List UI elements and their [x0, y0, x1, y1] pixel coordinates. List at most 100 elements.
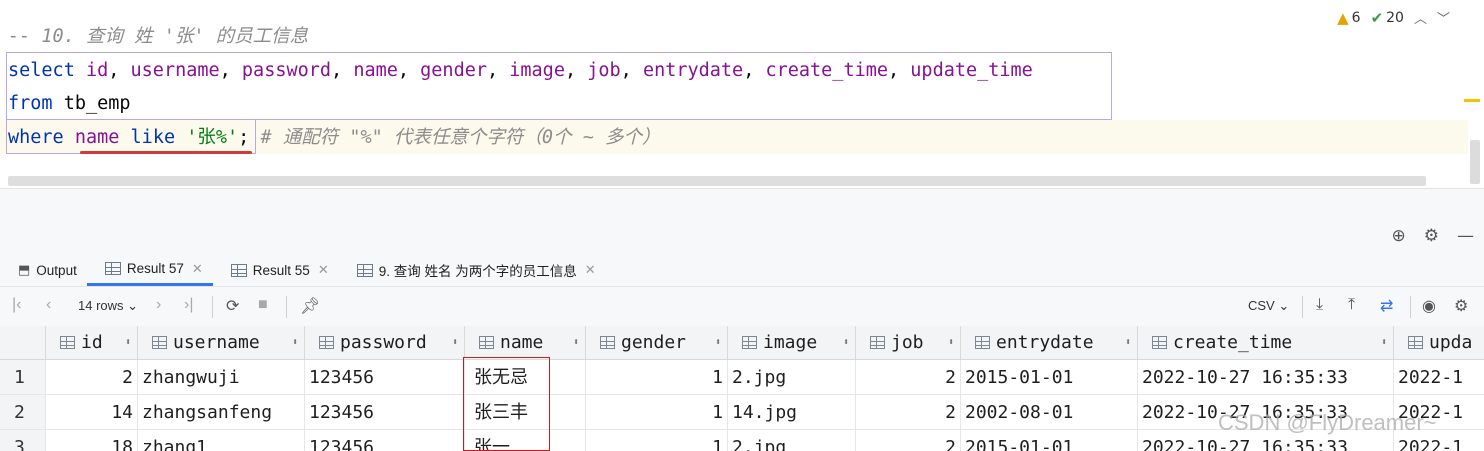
cell-username[interactable]: zhang1 — [138, 430, 305, 451]
cell-image[interactable]: 14.jpg — [728, 395, 856, 430]
cell-gender[interactable]: 1 — [586, 360, 728, 395]
inspection-widget[interactable]: ▲ 6 ✔ 20 ︿ ﹀ — [1337, 8, 1450, 28]
close-icon[interactable]: ✕ — [192, 261, 203, 277]
cell-id[interactable]: 2 — [46, 360, 138, 395]
crosshair-icon[interactable]: ⊕ — [1392, 226, 1406, 246]
tab-label: Result 55 — [252, 262, 310, 278]
cell-update-time[interactable]: 2022-1 — [1394, 360, 1484, 395]
column-header-password[interactable]: password ⬍ — [305, 326, 465, 360]
code-where-line[interactable]: where name like '张%'; # 通配符 "%" 代表任意个字符（… — [8, 124, 660, 152]
warnings-count: 6 — [1351, 9, 1361, 26]
rows-count-dropdown[interactable]: 14 rows ⌄ — [78, 298, 138, 314]
sort-icon[interactable]: ⬍ — [843, 337, 849, 348]
column-header-gender[interactable]: gender ⬍ — [586, 326, 728, 360]
column-header-entrydate[interactable]: entrydate ⬍ — [961, 326, 1138, 360]
cell-entrydate[interactable]: 2002-08-01 — [961, 395, 1138, 430]
panel-splitter[interactable] — [0, 188, 1484, 220]
cell-job[interactable]: 2 — [856, 395, 961, 430]
typos-count: 20 — [1386, 9, 1404, 26]
tab-query-9[interactable]: 9. 查询 姓名 为两个字的员工信息 ✕ — [339, 254, 606, 286]
gear-icon[interactable]: ⚙ — [1424, 226, 1439, 246]
sort-icon[interactable]: ⬍ — [948, 337, 954, 348]
tab-result-57[interactable]: Result 57 ✕ — [86, 254, 213, 286]
select-col: image — [509, 60, 565, 81]
column-header-name[interactable]: name ⬍ — [465, 326, 586, 360]
table-row[interactable]: 1 2 zhangwuji 123456 张无忌 1 2.jpg 2 2015-… — [0, 360, 1484, 395]
download-icon[interactable]: ⤓ — [1316, 296, 1323, 314]
toolbar-separator — [212, 296, 213, 318]
tab-result-55[interactable]: Result 55 ✕ — [213, 254, 339, 286]
gear-icon[interactable]: ⚙ — [1454, 296, 1468, 316]
cell-name[interactable]: 张三丰 — [465, 395, 586, 430]
typos-counter[interactable]: ✔ 20 — [1371, 9, 1404, 27]
sort-icon[interactable]: ⬍ — [715, 337, 721, 348]
export-format-dropdown[interactable]: CSV ⌄ — [1248, 298, 1289, 314]
cell-password[interactable]: 123456 — [305, 360, 465, 395]
cell-entrydate[interactable]: 2015-01-01 — [961, 430, 1138, 451]
tab-output[interactable]: ⬒ Output — [0, 254, 87, 286]
code-select-line[interactable]: select id, username, password, name, gen… — [8, 57, 1033, 85]
compare-icon[interactable]: ⇄ — [1380, 296, 1393, 316]
sort-icon[interactable]: ⬍ — [292, 337, 298, 348]
cell-image[interactable]: 2.jpg — [728, 430, 856, 451]
last-page-icon[interactable]: ›| — [184, 296, 193, 314]
cell-gender[interactable]: 1 — [586, 430, 728, 451]
rows-count-label: 14 rows — [78, 298, 124, 313]
column-header-job[interactable]: job ⬍ — [856, 326, 961, 360]
cell-password[interactable]: 123456 — [305, 430, 465, 451]
column-header-create-time[interactable]: create_time ⬍ — [1138, 326, 1394, 360]
select-col: entrydate — [642, 60, 744, 81]
cell-id[interactable]: 18 — [46, 430, 138, 451]
sort-icon[interactable]: ⬍ — [125, 337, 131, 348]
cell-job[interactable]: 2 — [856, 430, 961, 451]
cell-gender[interactable]: 1 — [586, 395, 728, 430]
minimize-icon[interactable]: — — [1457, 226, 1474, 246]
toolbar-separator — [1410, 296, 1411, 318]
cell-password[interactable]: 123456 — [305, 395, 465, 430]
eye-icon[interactable]: ◉ — [1422, 296, 1436, 316]
chevron-up-icon[interactable]: ︿ — [1414, 8, 1427, 27]
sort-icon[interactable]: ⬍ — [1381, 337, 1387, 348]
column-icon — [975, 336, 990, 349]
editor-horizontal-scrollbar[interactable] — [8, 176, 1426, 186]
trailing-comment: # 通配符 "%" 代表任意个字符（0个 ~ 多个） — [260, 127, 661, 148]
column-header-username[interactable]: username ⬍ — [138, 326, 305, 360]
chevron-down-icon[interactable]: ﹀ — [1437, 8, 1450, 27]
select-col: job — [587, 60, 621, 81]
close-icon[interactable]: ✕ — [318, 262, 329, 278]
column-header-image[interactable]: image ⬍ — [728, 326, 856, 360]
like-keyword: like — [130, 127, 176, 148]
cell-name[interactable]: 张无忌 — [465, 360, 586, 395]
stop-icon[interactable]: ■ — [258, 296, 268, 314]
cell-username[interactable]: zhangwuji — [138, 360, 305, 395]
first-page-icon[interactable]: |‹ — [12, 296, 21, 314]
refresh-icon[interactable]: ⟳ — [226, 296, 239, 316]
prev-page-icon[interactable]: ‹ — [46, 296, 51, 314]
select-col: name — [353, 60, 398, 81]
code-from-line[interactable]: from tb_emp — [8, 90, 131, 118]
close-icon[interactable]: ✕ — [585, 262, 596, 278]
column-icon — [1408, 336, 1423, 349]
cell-id[interactable]: 14 — [46, 395, 138, 430]
cell-name[interactable]: 张一 — [465, 430, 586, 451]
sort-icon[interactable]: ⬍ — [1125, 337, 1131, 348]
sql-editor[interactable]: -- 10. 查询 姓 '张' 的员工信息 select id, usernam… — [0, 0, 1484, 188]
warning-icon: ▲ — [1337, 8, 1349, 27]
tab-label: 9. 查询 姓名 为两个字的员工信息 — [378, 264, 577, 279]
cell-username[interactable]: zhangsanfeng — [138, 395, 305, 430]
upload-icon[interactable]: ⤒ — [1348, 296, 1355, 314]
column-header-id[interactable]: id ⬍ — [46, 326, 138, 360]
cell-entrydate[interactable]: 2015-01-01 — [961, 360, 1138, 395]
sort-icon[interactable]: ⬍ — [452, 337, 458, 348]
column-header-update-time[interactable]: upda — [1394, 326, 1484, 360]
editor-vertical-scrollbar[interactable] — [1470, 140, 1480, 184]
output-icon: ⬒ — [18, 262, 31, 277]
pin-icon[interactable]: 📌︎ — [300, 296, 320, 316]
next-page-icon[interactable]: › — [156, 296, 161, 314]
cell-create-time[interactable]: 2022-10-27 16:35:33 — [1138, 360, 1394, 395]
column-icon — [1152, 336, 1167, 349]
warnings-counter[interactable]: ▲ 6 — [1337, 9, 1360, 27]
cell-image[interactable]: 2.jpg — [728, 360, 856, 395]
cell-job[interactable]: 2 — [856, 360, 961, 395]
sort-icon[interactable]: ⬍ — [573, 337, 579, 348]
